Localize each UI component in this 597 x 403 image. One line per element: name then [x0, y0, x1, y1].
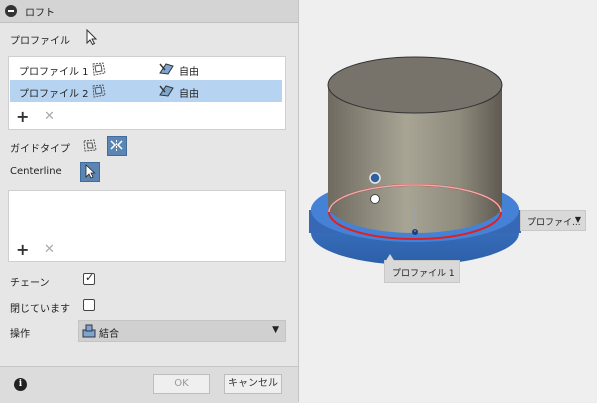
- select-cursor-icon[interactable]: [84, 28, 98, 46]
- remove-icon[interactable]: ✕: [44, 242, 55, 257]
- info-icon[interactable]: i: [14, 378, 27, 391]
- centerline-select-button[interactable]: [80, 162, 100, 182]
- tooltip-pointer-icon: [385, 254, 395, 262]
- panel-title: ロフト: [25, 8, 55, 19]
- profile-row-name: プロファイル 1: [19, 67, 89, 78]
- operation-label: 操作: [10, 329, 30, 340]
- dropdown-arrow-icon: ▼: [272, 325, 279, 335]
- profile-row-2[interactable]: プロファイル 2 自由: [10, 80, 282, 102]
- ok-button[interactable]: OK: [153, 374, 210, 394]
- closed-checkbox[interactable]: [83, 299, 95, 311]
- operation-value: 結合: [99, 329, 119, 340]
- profile-1-tooltip-label: プロファイル 1: [392, 269, 455, 279]
- handle-point-center[interactable]: [370, 194, 380, 204]
- centerline-list: + ✕: [8, 190, 286, 262]
- profile-row-condition[interactable]: 自由: [179, 85, 199, 100]
- profile-dropdown[interactable]: プロファイ... ▼: [520, 210, 586, 231]
- profile-shape-icon: [92, 62, 106, 76]
- add-icon[interactable]: +: [16, 107, 29, 126]
- join-icon: [82, 324, 96, 338]
- profile-row-condition[interactable]: 自由: [179, 63, 199, 78]
- profile-1-tooltip: プロファイル 1: [384, 260, 460, 283]
- free-condition-icon[interactable]: [158, 83, 176, 99]
- dropdown-arrow-icon: ▼: [574, 215, 581, 224]
- centerline-icon: [110, 140, 123, 152]
- profile-row-name: プロファイル 2: [19, 89, 89, 100]
- cylinder-top-face[interactable]: [327, 56, 503, 114]
- select-cursor-icon: [85, 164, 96, 179]
- handle-point-top[interactable]: [369, 172, 381, 184]
- guide-type-rails-button[interactable]: [80, 136, 100, 156]
- add-icon[interactable]: +: [16, 240, 29, 259]
- panel-titlebar: ロフト: [0, 0, 298, 23]
- profile-label: プロファイル: [10, 36, 70, 47]
- guide-type-centerline-button[interactable]: [107, 136, 127, 156]
- chain-label: チェーン: [10, 278, 50, 289]
- profile-shape-icon: [92, 84, 106, 98]
- panel-footer: i OK キャンセル: [0, 366, 298, 403]
- profile-list: プロファイル 1 自由 プロファイル 2 自由 + ✕: [8, 56, 286, 130]
- loft-panel: ロフト プロファイル プロファイル 1 自由 プロファイル 2 自由 + ✕ ガ…: [0, 0, 299, 403]
- operation-select[interactable]: 結合 ▼: [78, 320, 286, 342]
- collapse-icon[interactable]: [5, 5, 17, 17]
- 3d-viewport[interactable]: プロファイ... ▼ プロファイル 1: [299, 0, 597, 402]
- cancel-button[interactable]: キャンセル: [224, 374, 282, 394]
- guide-type-label: ガイドタイプ: [10, 144, 70, 155]
- rails-icon: [83, 139, 97, 152]
- free-condition-icon[interactable]: [158, 61, 176, 77]
- loft-model[interactable]: [299, 0, 597, 402]
- chain-checkbox[interactable]: ✓: [83, 271, 95, 285]
- centerline-label: Centerline: [10, 166, 62, 177]
- remove-icon[interactable]: ✕: [44, 109, 55, 124]
- profile-dropdown-label: プロファイ...: [527, 218, 581, 228]
- profile-row-1[interactable]: プロファイル 1 自由: [10, 58, 282, 80]
- closed-label: 閉じています: [10, 304, 70, 315]
- checkmark-icon: ✓: [85, 271, 95, 284]
